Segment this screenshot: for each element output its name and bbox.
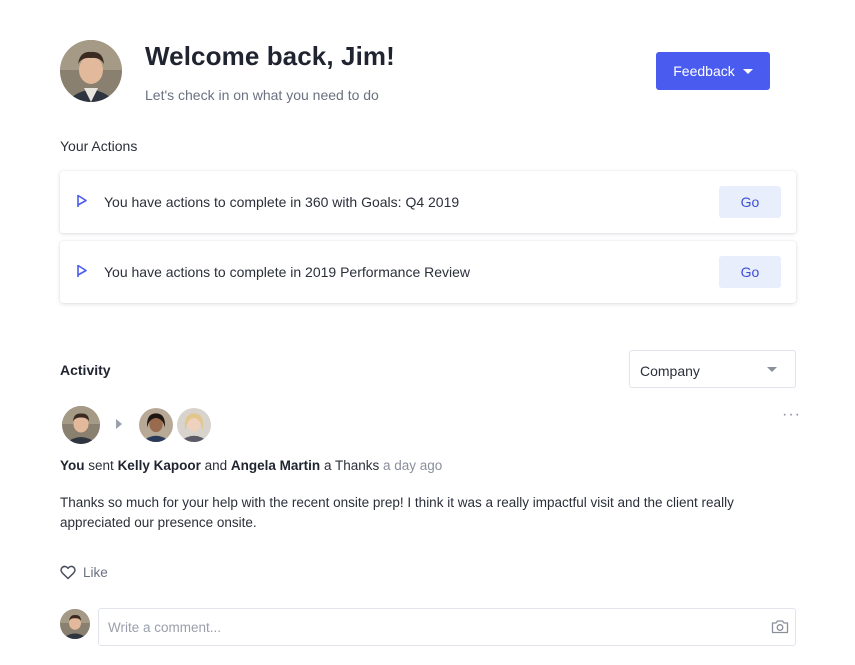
sender-avatar[interactable] [62, 406, 100, 444]
activity-conjunction: and [204, 458, 228, 473]
page-title: Welcome back, Jim! [145, 41, 395, 71]
go-button[interactable]: Go [719, 186, 781, 218]
activity-filter-value: Company [640, 363, 700, 379]
activity-message: Thanks so much for your help with the re… [60, 495, 734, 530]
action-text: You have actions to complete in 2019 Per… [104, 264, 471, 280]
chevron-down-icon [742, 69, 753, 74]
recipient-avatar[interactable] [175, 406, 213, 444]
activity-filter-select[interactable]: Company [629, 350, 796, 388]
heart-icon [60, 565, 76, 580]
activity-heading: Activity [60, 362, 111, 378]
like-button[interactable]: Like [60, 565, 108, 580]
commenter-avatar [60, 609, 90, 639]
flag-icon [77, 194, 87, 207]
feedback-button-label: Feedback [673, 63, 735, 79]
activity-verb: sent [88, 458, 114, 473]
flag-icon [77, 264, 87, 277]
chevron-down-icon [767, 367, 777, 372]
feedback-button[interactable]: Feedback [656, 52, 770, 90]
camera-icon[interactable] [771, 619, 789, 634]
activity-sender[interactable]: You [60, 458, 85, 473]
more-options-icon[interactable]: ··· [782, 406, 801, 424]
activity-summary: You sent Kelly Kapoor and Angela Martin … [60, 458, 442, 473]
go-button[interactable]: Go [719, 256, 781, 288]
arrow-right-icon [116, 419, 122, 429]
action-card: You have actions to complete in 2019 Per… [60, 241, 796, 303]
activity-timestamp: a day ago [383, 458, 443, 473]
like-label: Like [83, 565, 108, 580]
activity-object: a Thanks [323, 458, 380, 473]
activity-recipient[interactable]: Kelly Kapoor [118, 458, 201, 473]
page-subtitle: Let's check in on what you need to do [145, 87, 379, 103]
action-text: You have actions to complete in 360 with… [104, 194, 460, 210]
user-avatar[interactable] [60, 40, 122, 102]
action-card: You have actions to complete in 360 with… [60, 171, 796, 233]
comment-input[interactable] [98, 608, 796, 646]
activity-recipient[interactable]: Angela Martin [231, 458, 320, 473]
recipient-avatar[interactable] [137, 406, 175, 444]
actions-heading: Your Actions [60, 138, 138, 154]
